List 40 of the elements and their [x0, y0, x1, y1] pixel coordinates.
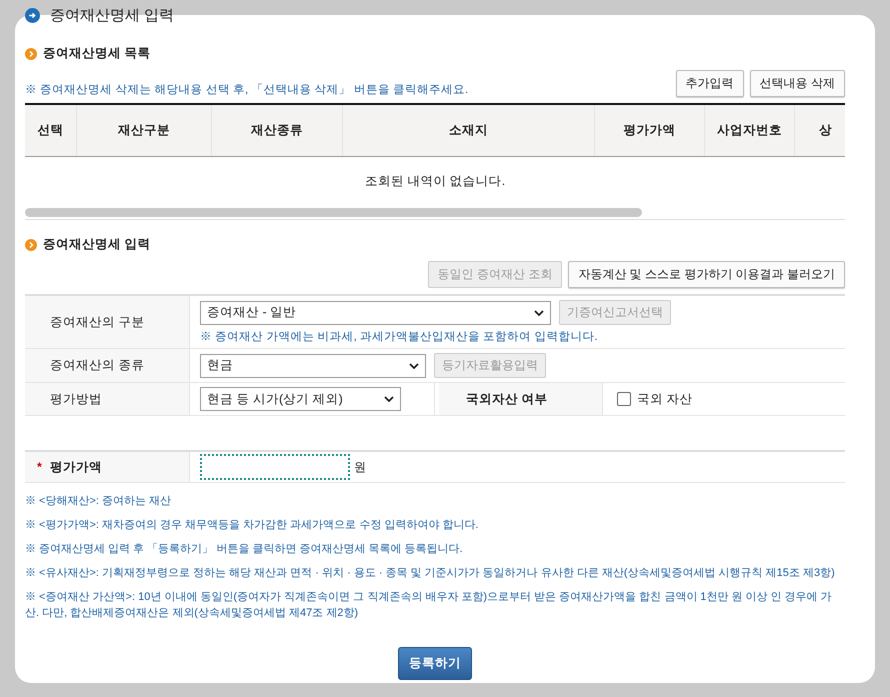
field-label: 평가가액 [50, 458, 102, 476]
overseas-checkbox[interactable]: 국외 자산 [607, 383, 692, 415]
info-note: ※ <유사재산>: 기획재정부령으로 정하는 해당 재산과 면적 · 위치 · 용도 · 종목 및 기준시가가 동일하거나 유사한 다른 재산(상속세및증여세법 시행규칙 제15조 제3항) [25, 566, 836, 581]
empty-message: 조회된 내역이 없습니다. [364, 172, 506, 190]
scrollbar-thumb[interactable] [25, 208, 642, 216]
section-title: 증여재산명세 입력 [43, 236, 150, 253]
column-header: 선택 [25, 105, 77, 156]
info-note: ※ <평가가액>: 재차증여의 경우 채무액등을 차가감한 과세가액으로 수정 입력하여야 합니다. [25, 518, 480, 533]
delete-note: ※ 증여재산명세 삭제는 해당내용 선택 후, 「선택내용 삭제」 버튼을 클릭해주세요. [25, 82, 468, 97]
dropdown[interactable]: 현금 [200, 354, 426, 378]
info-note: ※ 증여재산명세 입력 후 「등록하기」 버튼을 클릭하면 증여재산명세 목록에 등록됩니다. [25, 542, 464, 557]
unit-label: 원 [354, 458, 366, 476]
register-button[interactable]: 등록하기 [398, 647, 472, 680]
column-header: 평가가액 [595, 105, 705, 156]
field-label: 증여재산의 종류 [25, 349, 190, 382]
field-label: 국외자산 여부 [439, 383, 603, 415]
column-header: 상 [818, 122, 833, 139]
action-button[interactable]: 추가입력 [676, 70, 744, 97]
chevron-down-icon [534, 310, 544, 316]
section-title: 증여재산명세 목록 [43, 45, 150, 62]
field-label: 평가방법 [25, 383, 190, 415]
column-header: 재산구분 [77, 105, 212, 156]
chevron-down-icon [409, 362, 419, 368]
action-button[interactable]: 선택내용 삭제 [750, 70, 845, 97]
chevron-circle-icon [25, 238, 37, 250]
dropdown[interactable]: 증여재산 - 일반 [200, 300, 551, 324]
column-header: 사업자번호 [705, 105, 795, 156]
dropdown[interactable]: 현금 등 시가(상기 제외) [200, 387, 401, 411]
chevron-down-icon [384, 396, 394, 402]
page-title: 증여재산명세 입력 [50, 6, 174, 24]
field-note: ※ 증여재산 가액에는 비과세, 과세가액불산입재산을 포함하여 입력합니다. [200, 330, 599, 344]
action-button[interactable]: 자동계산 및 스스로 평가하기 이용결과 불러오기 [568, 261, 845, 288]
field-label: 증여재산의 구분 [25, 296, 190, 348]
chevron-circle-icon [25, 48, 37, 60]
info-note: ※ <증여재산 가산액>: 10년 이내에 동일인(증여자가 직계존속이면 그 직계존속의 배우자 포함)으로부터 받은 증여재산가액을 합친 금액이 1천만 원 이상 인 경우에 가산. 다만, 합산배제증여재산은 제외(상속세및증여세법 제47조 제2항) [25, 590, 833, 621]
amount-input[interactable] [200, 454, 350, 480]
required-mark: * [37, 460, 42, 474]
column-header: 소재지 [343, 105, 595, 156]
info-note: ※ <당해재산>: 증여하는 재산 [25, 494, 172, 509]
column-header: 재산종류 [212, 105, 343, 156]
